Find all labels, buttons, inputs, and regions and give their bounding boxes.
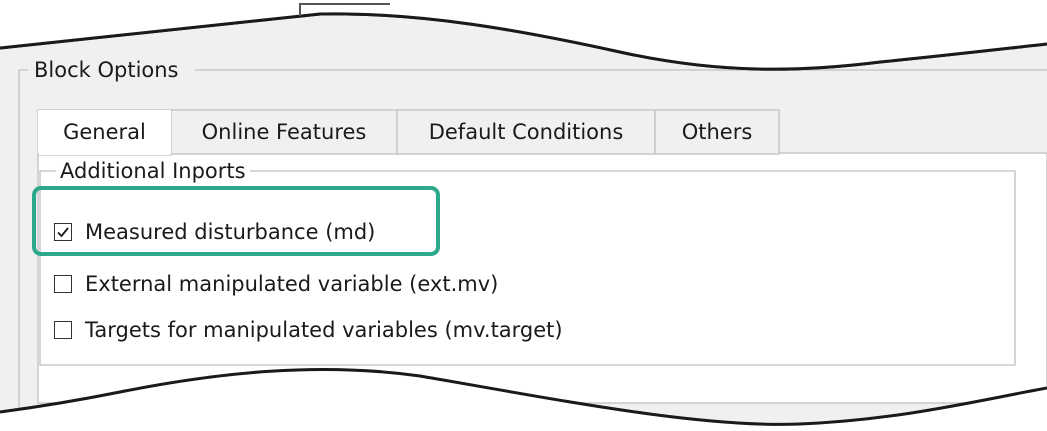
tab-online-features[interactable]: Online Features [171,110,397,154]
checkbox-measured-disturbance[interactable]: Measured disturbance (md) [54,218,375,246]
tab-others[interactable]: Others [655,110,779,154]
checkbox-label: Measured disturbance (md) [85,220,376,244]
section-title: Additional Inports [56,159,250,183]
block-options-dialog: Block Options General Online Features De… [0,0,1047,431]
checkbox-targets-manipulated-variables[interactable]: Targets for manipulated variables (mv.ta… [54,316,563,344]
checkbox-external-manipulated-variable[interactable]: External manipulated variable (ext.mv) [54,270,498,298]
tab-general[interactable]: General [38,110,171,154]
group-title: Block Options [31,58,182,82]
checkbox-unchecked-icon[interactable] [54,321,72,339]
checkbox-label: Targets for manipulated variables (mv.ta… [85,318,563,342]
checkbox-checked-icon[interactable] [54,223,72,241]
tab-default-conditions[interactable]: Default Conditions [397,110,655,154]
checkbox-label: External manipulated variable (ext.mv) [85,272,499,296]
checkbox-unchecked-icon[interactable] [54,275,72,293]
